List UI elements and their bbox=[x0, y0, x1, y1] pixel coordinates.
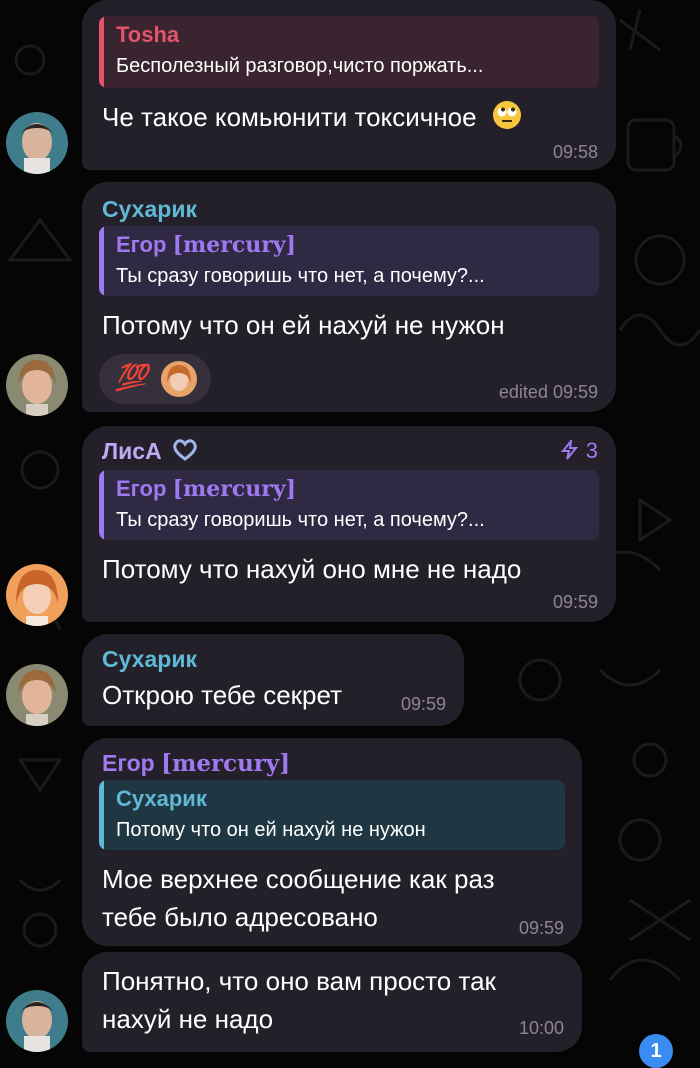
reply-sender: Егор [mercury] bbox=[116, 476, 297, 502]
message-time: edited 09:59 bbox=[498, 382, 598, 402]
message-text-line: Мое верхнее сообщение как раз bbox=[102, 864, 495, 894]
message-time: 09:59 bbox=[552, 592, 598, 612]
heart-outline-icon bbox=[173, 439, 197, 461]
message-bubble[interactable]: Сухарик Открою тебе секрет 09:59 bbox=[82, 634, 464, 726]
avatar-lisa[interactable] bbox=[6, 564, 68, 626]
message-text-line: Понятно, что оно вам просто так bbox=[102, 966, 496, 996]
boost-indicator[interactable]: 3 bbox=[560, 437, 598, 464]
reply-sender: Сухарик bbox=[116, 786, 207, 811]
reply-bar bbox=[99, 16, 104, 88]
avatar-photo-icon bbox=[6, 354, 68, 416]
message-text: Че такое комьюнити токсичное bbox=[102, 98, 522, 136]
message-bubble[interactable]: ЛисА 3 Егор [mercury] Ты сразу говоришь … bbox=[82, 426, 616, 622]
message-text-line: тебе было адресовано bbox=[102, 902, 378, 932]
message-text: Потому что нахуй оно мне не надо bbox=[102, 554, 522, 584]
hundred-points-icon: 💯 bbox=[115, 362, 147, 392]
reaction-user-avatar bbox=[161, 361, 197, 397]
reply-sender: Tosha bbox=[116, 22, 180, 47]
avatar-photo-icon bbox=[161, 361, 197, 397]
sender-tag: [mercury] bbox=[172, 232, 297, 258]
message-text-line: нахуй не надо bbox=[102, 1004, 274, 1034]
sender-name[interactable]: ЛисА bbox=[102, 438, 198, 465]
sender-name[interactable]: Сухарик bbox=[102, 646, 197, 673]
avatar-photo-icon bbox=[6, 664, 68, 726]
reply-preview[interactable]: Егор [mercury] Ты сразу говоришь что нет… bbox=[99, 226, 599, 296]
reply-preview[interactable]: Tosha Бесполезный разговор,чисто поржать… bbox=[99, 16, 599, 88]
reply-bar bbox=[99, 226, 104, 296]
message-bubble[interactable]: Понятно, что оно вам просто так нахуй не… bbox=[82, 952, 582, 1052]
reply-text: Ты сразу говоришь что нет, а почему?... bbox=[116, 509, 485, 531]
avatar-tosha-author[interactable] bbox=[6, 112, 68, 174]
reply-bar bbox=[99, 470, 104, 540]
sender-tag: [mercury] bbox=[172, 476, 297, 502]
reply-sender: Егор [mercury] bbox=[116, 232, 297, 258]
avatar-photo-icon bbox=[6, 564, 68, 626]
reply-text: Потому что он ей нахуй не нужон bbox=[116, 819, 426, 841]
message-bubble[interactable]: Егор [mercury] Сухарик Потому что он ей … bbox=[82, 738, 582, 946]
reaction-chip[interactable]: 💯 bbox=[99, 354, 211, 404]
message-time: 10:00 bbox=[518, 1018, 564, 1038]
message-time: 09:58 bbox=[552, 142, 598, 162]
rolling-eyes-emoji-icon bbox=[492, 101, 521, 129]
message-bubble[interactable]: Tosha Бесполезный разговор,чисто поржать… bbox=[82, 0, 616, 170]
reply-bar bbox=[99, 780, 104, 850]
avatar-suharik[interactable] bbox=[6, 354, 68, 416]
reply-preview[interactable]: Сухарик Потому что он ей нахуй не нужон bbox=[99, 780, 565, 850]
avatar-tosha-author[interactable] bbox=[6, 990, 68, 1052]
message-bubble[interactable]: Сухарик Егор [mercury] Ты сразу говоришь… bbox=[82, 182, 616, 412]
reply-preview[interactable]: Егор [mercury] Ты сразу говоришь что нет… bbox=[99, 470, 599, 540]
message-time: 09:59 bbox=[400, 694, 446, 714]
sender-name[interactable]: Сухарик bbox=[102, 196, 197, 223]
message-text: Потому что он ей нахуй не нужон bbox=[102, 310, 505, 340]
avatar-suharik[interactable] bbox=[6, 664, 68, 726]
message-time: 09:59 bbox=[518, 918, 564, 938]
avatar-photo-icon bbox=[6, 112, 68, 174]
sender-tag: [mercury] bbox=[161, 750, 291, 777]
boost-lightning-icon bbox=[560, 437, 578, 460]
avatar-photo-icon bbox=[6, 990, 68, 1052]
message-text: Открою тебе секрет bbox=[102, 680, 343, 710]
sender-name[interactable]: Егор [mercury] bbox=[102, 750, 290, 777]
reply-text: Бесполезный разговор,чисто поржать... bbox=[116, 55, 484, 77]
unread-count-badge[interactable]: 1 bbox=[639, 1034, 673, 1068]
reply-text: Ты сразу говоришь что нет, а почему?... bbox=[116, 265, 485, 287]
